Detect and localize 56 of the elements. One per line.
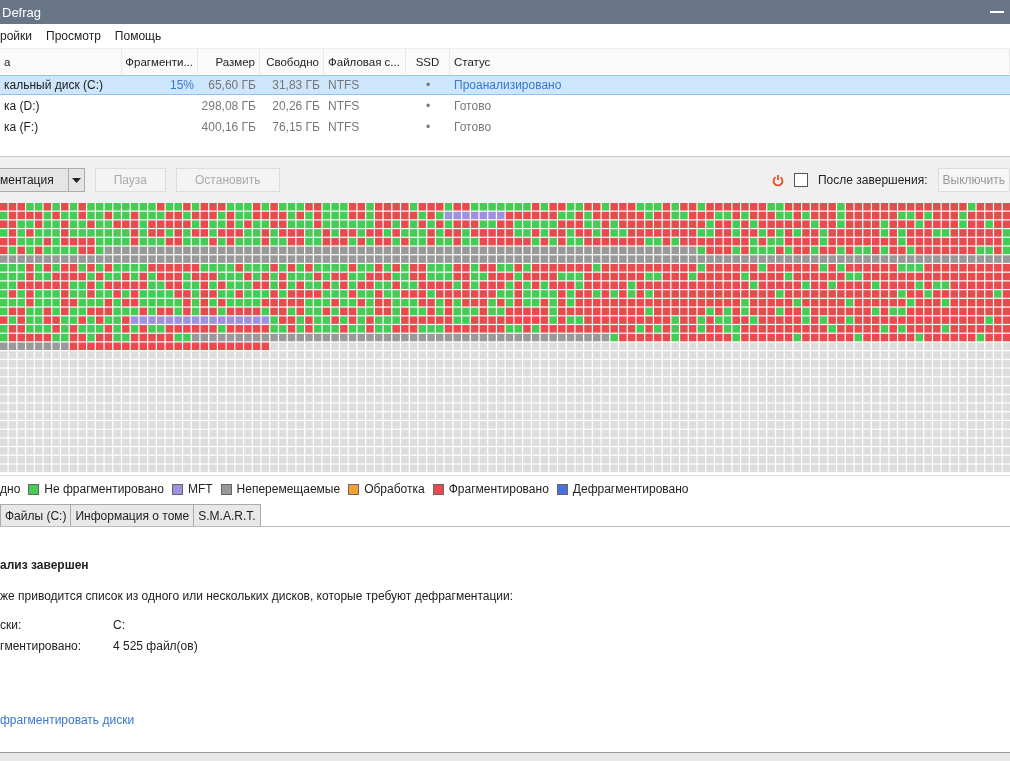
table-cell-text: • — [424, 98, 432, 115]
legend-label: Неперемещаемые — [236, 482, 341, 496]
tab[interactable]: Информация о томе — [70, 504, 195, 526]
caret-icon — [71, 177, 81, 183]
table-cell-text: 20,26 ГБ — [271, 98, 321, 115]
defragment-link[interactable]: фрагментировать диски — [0, 713, 135, 727]
legend-label: MFT — [187, 482, 213, 496]
table-cell-text: • — [424, 119, 432, 136]
table-cell-text: NTFS — [327, 119, 361, 136]
column-header[interactable]: а — [0, 49, 122, 74]
disk-row[interactable]: ка (F:) 400,16 ГБ 76,15 ГБ NTFS • Готово — [0, 117, 1010, 137]
column-header[interactable]: Статус — [450, 49, 1010, 74]
table-cell-text: NTFS — [327, 98, 361, 115]
menu-item[interactable]: Просмотр — [46, 29, 101, 43]
field-label: ски: — [0, 618, 23, 632]
column-header[interactable]: SSD — [406, 49, 450, 74]
menu-item[interactable]: ройки — [0, 29, 32, 43]
tab[interactable]: Файлы (C:) — [0, 504, 72, 526]
table-cell-text: 76,15 ГБ — [271, 119, 321, 136]
table-cell-text: Готово — [453, 98, 493, 115]
legend-label: Фрагментировано — [448, 482, 549, 496]
table-cell-text: 65,60 ГБ — [207, 77, 257, 94]
legend-label: дно — [0, 482, 21, 496]
window-title: Defrag — [2, 4, 42, 20]
table-cell-text: 31,83 ГБ — [271, 77, 321, 94]
table-cell-text: Проанализировано — [453, 77, 563, 94]
minimize-icon — [990, 11, 1004, 13]
report-title: ализ завершен — [0, 558, 90, 572]
power-icon — [772, 173, 784, 187]
checkbox-label: После завершения: — [818, 173, 928, 187]
table-cell-text: ка (D:) — [3, 98, 41, 115]
checkbox[interactable] — [794, 173, 808, 187]
legend-label: Дефрагментировано — [572, 482, 689, 496]
report-text: же приводится список из одного или нескольких дисков, которые требуют дефрагментации: — [0, 589, 515, 603]
field-value: 4 525 файл(ов) — [113, 639, 198, 653]
tab[interactable]: S.M.A.R.T. — [193, 504, 261, 526]
table-cell-text: Готово — [453, 119, 493, 136]
menu-item[interactable]: Помощь — [114, 29, 162, 43]
table-cell-text: 15% — [168, 77, 195, 94]
column-header[interactable]: Размер — [198, 49, 260, 74]
legend-label: Обработка — [364, 482, 425, 496]
disk-row[interactable]: ка (D:) 298,08 ГБ 20,26 ГБ NTFS • Готово — [0, 96, 1010, 116]
table-cell-text: 400,16 ГБ — [200, 119, 257, 136]
disk-row[interactable]: кальный диск (C:) 15% 65,60 ГБ 31,83 ГБ NTFS • Проанализировано — [0, 75, 1010, 95]
table-cell-text: ка (F:) — [3, 119, 40, 136]
legend-label: Не фрагментировано — [44, 482, 164, 496]
column-header[interactable]: Фрагменти... — [122, 49, 198, 74]
table-cell-text: • — [424, 77, 432, 94]
defragment-button[interactable]: ментация — [0, 168, 69, 192]
column-header[interactable]: Свободно — [260, 49, 324, 74]
table-cell-text: NTFS — [327, 77, 361, 94]
column-header[interactable]: Файловая с... — [324, 49, 406, 74]
table-cell-text: кальный диск (C:) — [3, 77, 104, 94]
field-label: гментировано: — [0, 639, 83, 653]
field-value: C: — [113, 618, 126, 632]
table-cell-text: 298,08 ГБ — [200, 98, 257, 115]
